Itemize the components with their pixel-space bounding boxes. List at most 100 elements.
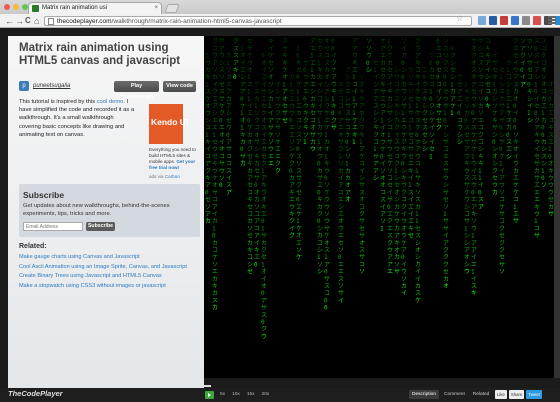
rain-glyph: カ (296, 67, 302, 74)
rain-glyph: ア (359, 146, 365, 153)
view-code-button[interactable]: View code (163, 81, 196, 92)
rain-glyph: ク (443, 261, 449, 268)
rain-glyph: ウ (443, 95, 449, 103)
avatar[interactable]: p (19, 81, 29, 91)
rain-glyph: シ (478, 45, 484, 52)
rain-glyph: シ (429, 110, 435, 117)
tweet-button[interactable]: Tweet (526, 390, 542, 399)
scrollbar[interactable] (554, 36, 560, 378)
author-link[interactable]: puneetsugalia (33, 83, 70, 89)
rain-glyph: エ (506, 146, 512, 153)
forward-arrow-icon[interactable]: → (15, 15, 24, 27)
rain-glyph: ク (261, 161, 267, 168)
rain-glyph: オ (205, 103, 211, 110)
extension-1-icon[interactable] (478, 16, 486, 25)
play-icon[interactable] (205, 391, 214, 399)
rain-glyph: キ (324, 161, 330, 168)
speed-option[interactable]: 20x (260, 390, 272, 399)
rain-glyph: ア (401, 53, 407, 60)
rain-glyph: コ (394, 153, 400, 160)
rain-glyph: セ (268, 60, 274, 67)
rain-glyph: 1 (429, 153, 433, 160)
rain-glyph: カ (394, 225, 400, 232)
rain-glyph: イ (443, 233, 449, 240)
rain-glyph: ア (205, 161, 211, 168)
rain-glyph: シ (247, 261, 253, 268)
rain-glyph: エ (289, 125, 295, 132)
tab-description[interactable]: Description (409, 390, 439, 399)
rain-glyph: ス (261, 125, 267, 132)
carbon-link[interactable]: Carbon (165, 174, 180, 179)
cool-demo-link[interactable]: cool demo (97, 99, 124, 105)
rain-glyph: カ (317, 233, 323, 240)
subscribe-button[interactable]: Subscribe (86, 222, 115, 231)
minimize-window-icon[interactable] (13, 4, 19, 10)
related-link[interactable]: Make a stopwatch using CSS3 without imag… (19, 282, 199, 292)
rain-glyph: コ (506, 74, 512, 81)
home-icon[interactable]: ⌂ (34, 15, 39, 27)
carbon-ad[interactable]: Kendo UI Everything you need to build HT… (149, 104, 197, 179)
rain-glyph: ク (212, 89, 218, 96)
site-logo[interactable]: TheCodePlayer (8, 389, 63, 398)
rain-glyph: セ (247, 38, 253, 45)
reload-icon[interactable]: C (25, 15, 31, 27)
progress-bar[interactable] (204, 385, 211, 387)
email-field[interactable] (23, 222, 83, 231)
extension-5-icon[interactable] (522, 16, 530, 25)
rain-glyph: イ (247, 103, 253, 110)
new-tab-button[interactable] (164, 4, 180, 13)
rain-glyph: 0 (212, 233, 216, 240)
related-link[interactable]: Create Binary Trees using Javascript and… (19, 272, 199, 282)
rain-glyph: コ (373, 139, 379, 146)
related-link[interactable]: Cool Ascii Animation using an Image Spri… (19, 263, 199, 273)
rain-glyph: オ (345, 182, 351, 189)
extension-4-icon[interactable] (511, 16, 519, 25)
rain-glyph: キ (492, 74, 498, 81)
ad-image[interactable]: Kendo UI (149, 104, 188, 144)
address-bar[interactable]: thecodeplayer.com/walkthrough/matrix-rai… (44, 16, 472, 26)
rain-glyph: セ (310, 110, 316, 117)
play-walkthrough-button[interactable]: Play Walkthrough (114, 81, 159, 100)
rain-glyph: ウ (261, 188, 267, 196)
tab-related[interactable]: Related (470, 390, 493, 399)
related-link[interactable]: Make gauge charts using Canvas and Javas… (19, 253, 199, 263)
rain-glyph: ア (443, 125, 449, 132)
rain-glyph: サ (387, 110, 393, 117)
rain-glyph: 0 (443, 117, 447, 124)
rain-glyph: サ (345, 103, 351, 110)
back-arrow-icon[interactable]: ← (5, 15, 14, 27)
rain-glyph: 0 (338, 254, 342, 261)
rain-glyph: キ (205, 139, 211, 146)
extension-2-icon[interactable] (489, 16, 497, 25)
rain-glyph: ア (324, 261, 330, 268)
speed-option[interactable]: 15x (245, 390, 257, 399)
like-button[interactable]: Like (495, 390, 507, 399)
matrix-canvas[interactable]: 1ウカキ1スケオウシコ1キイコアクキア0セソアカカクコウアソカイクエアシエエ1セ… (204, 36, 554, 378)
share-button[interactable]: Share (508, 390, 525, 399)
rain-glyph: シ (485, 74, 491, 81)
rain-glyph: ア (254, 218, 260, 225)
rain-glyph: ウ (401, 152, 407, 160)
rain-glyph: シ (373, 175, 379, 182)
browser-tab[interactable]: Matrix rain animation usi × (28, 2, 162, 14)
rain-glyph: シ (422, 139, 428, 146)
browser-menu-icon[interactable] (548, 16, 556, 25)
page-icon (48, 18, 54, 25)
rain-glyph: セ (226, 117, 232, 124)
ad-text[interactable]: Everything you need to build HTML5 sites… (149, 147, 197, 171)
close-window-icon[interactable] (4, 4, 10, 10)
rain-glyph: ウ (338, 224, 344, 232)
rain-glyph: セ (380, 67, 386, 74)
speed-option[interactable]: 10x (230, 390, 242, 399)
rain-glyph: 1 (506, 67, 510, 74)
rain-glyph: エ (513, 45, 519, 52)
extension-3-icon[interactable] (500, 16, 508, 25)
rain-glyph: イ (415, 276, 421, 283)
rain-glyph: ウ (457, 73, 463, 81)
tab-comment[interactable]: Comment (441, 390, 468, 399)
rain-glyph: ケ (415, 125, 421, 132)
tab-close-icon[interactable]: × (154, 3, 158, 14)
speed-option[interactable]: 5x (218, 390, 227, 399)
bookmark-star-icon[interactable]: ☆ (456, 14, 463, 24)
extension-6-icon[interactable] (533, 16, 541, 25)
